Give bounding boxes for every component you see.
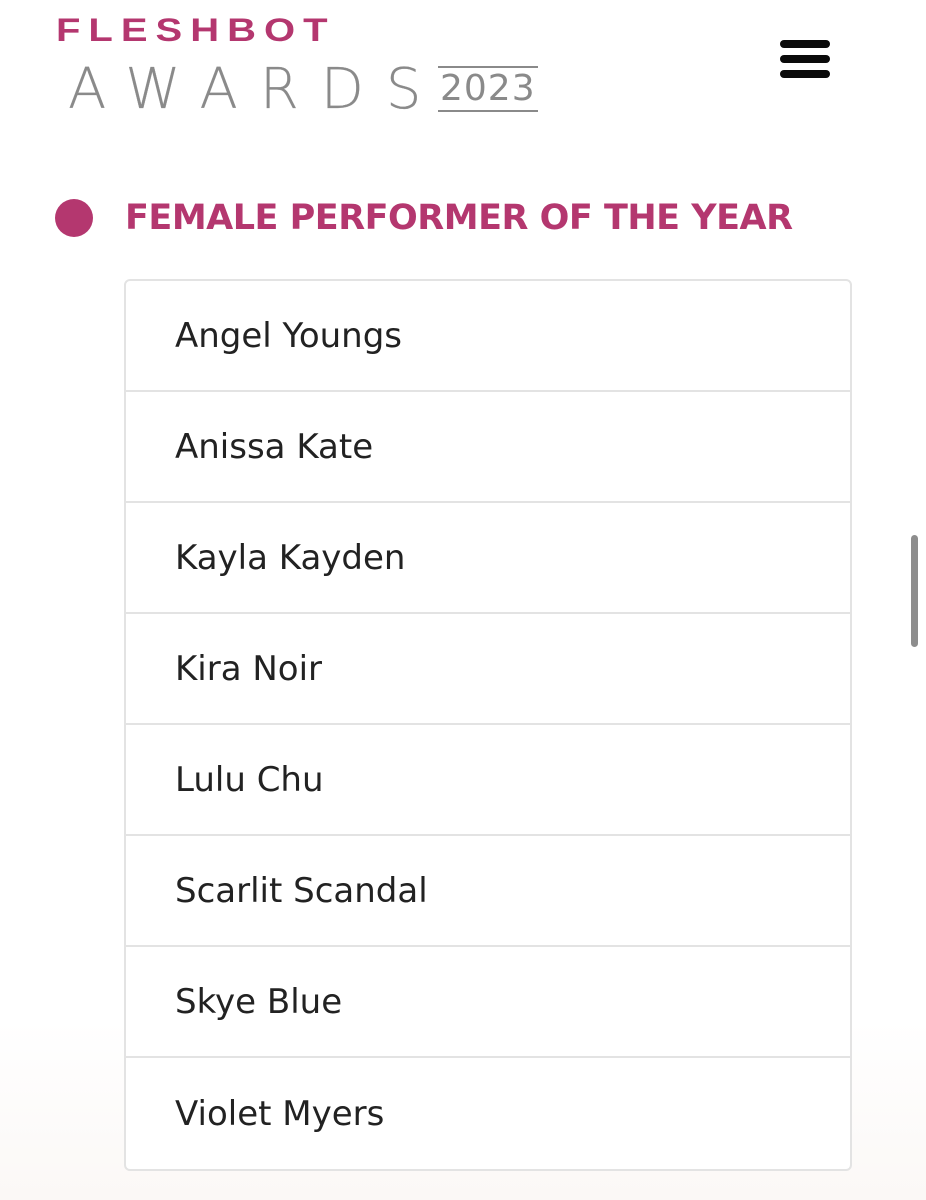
menu-bar-middle (780, 55, 830, 63)
logo-year: 2023 (438, 66, 538, 112)
bullet-dot-icon (55, 199, 93, 237)
logo-wordmark: FLESHBOT (56, 12, 336, 49)
nominee-item[interactable]: Kayla Kayden (126, 503, 850, 614)
menu-bar-top (780, 40, 830, 48)
nominee-item[interactable]: Scarlit Scandal (126, 836, 850, 947)
scrollbar-thumb[interactable] (911, 535, 918, 647)
page: FLESHBOT AWARDS 2023 FEMALE PERFORMER OF… (0, 0, 926, 1200)
nominee-item[interactable]: Angel Youngs (126, 281, 850, 392)
logo-subtitle: AWARDS (68, 57, 444, 122)
nominee-item[interactable]: Violet Myers (126, 1058, 850, 1169)
hamburger-menu-icon[interactable] (780, 40, 830, 78)
nominee-list: Angel Youngs Anissa Kate Kayla Kayden Ki… (124, 279, 852, 1171)
nominee-item[interactable]: Skye Blue (126, 947, 850, 1058)
nominee-item[interactable]: Kira Noir (126, 614, 850, 725)
menu-bar-bottom (780, 70, 830, 78)
fleshbot-awards-logo[interactable]: FLESHBOT AWARDS 2023 (56, 12, 538, 118)
category-heading: FEMALE PERFORMER OF THE YEAR (55, 196, 793, 240)
category-title: FEMALE PERFORMER OF THE YEAR (125, 198, 793, 238)
nominee-item[interactable]: Lulu Chu (126, 725, 850, 836)
nominee-item[interactable]: Anissa Kate (126, 392, 850, 503)
